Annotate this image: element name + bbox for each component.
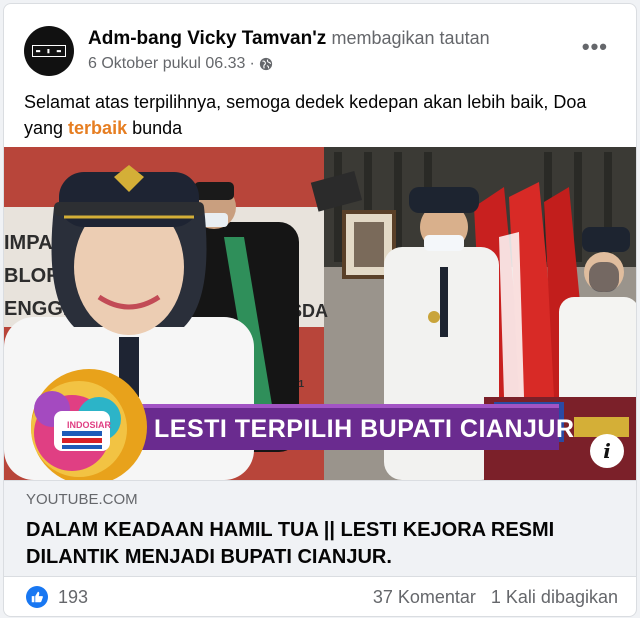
like-reaction-icon[interactable]	[26, 586, 48, 608]
post-card: ▬ ▮ ▬ Adm-bang Vicky Tamvan'z membagikan…	[3, 3, 637, 617]
video-banner-text: LESTI TERPILIH BUPATI CIANJUR	[154, 415, 575, 443]
link-preview-image[interactable]: IMPA BLORA ENGGE NASDA RI 2021	[4, 147, 636, 480]
stats-right: 37 Komentar 1 Kali dibagikan	[363, 587, 618, 608]
post-text-highlight: terbaik	[68, 118, 128, 138]
post-text: Selamat atas terpilihnya, semoga dedek k…	[24, 89, 624, 141]
indosiar-logo-label: INDOSIAR	[67, 420, 112, 430]
like-count[interactable]: 193	[58, 587, 88, 608]
comment-count[interactable]: 37 Komentar	[373, 587, 476, 607]
author-line: Adm-bang Vicky Tamvan'z membagikan tauta…	[88, 28, 490, 50]
share-count[interactable]: 1 Kali dibagikan	[491, 587, 618, 607]
svg-text:IMPA: IMPA	[4, 232, 53, 254]
link-preview-footer[interactable]: YOUTUBE.COM DALAM KEADAAN HAMIL TUA || L…	[4, 480, 636, 577]
author-action: membagikan tautan	[331, 28, 490, 48]
author-name[interactable]: Adm-bang Vicky Tamvan'z	[88, 28, 326, 49]
post-date[interactable]: 6 Oktober pukul 06.33	[88, 55, 245, 73]
info-icon[interactable]: i	[590, 434, 624, 468]
post-text-part2: bunda	[127, 118, 183, 138]
thumbs-up-icon	[31, 591, 43, 603]
post-stats: 193 37 Komentar 1 Kali dibagikan	[4, 576, 636, 616]
link-title[interactable]: DALAM KEADAAN HAMIL TUA || LESTI KEJORA …	[26, 517, 616, 571]
link-domain: YOUTUBE.COM	[26, 491, 138, 508]
avatar-logo-mark: ▬ ▮ ▬	[31, 45, 67, 57]
meta-separator: ·	[249, 55, 255, 72]
post-meta: 6 Oktober pukul 06.33 ·	[88, 55, 273, 73]
more-options-button[interactable]: •••	[582, 34, 608, 60]
globe-icon	[259, 57, 272, 71]
author-avatar[interactable]: ▬ ▮ ▬	[24, 26, 74, 76]
